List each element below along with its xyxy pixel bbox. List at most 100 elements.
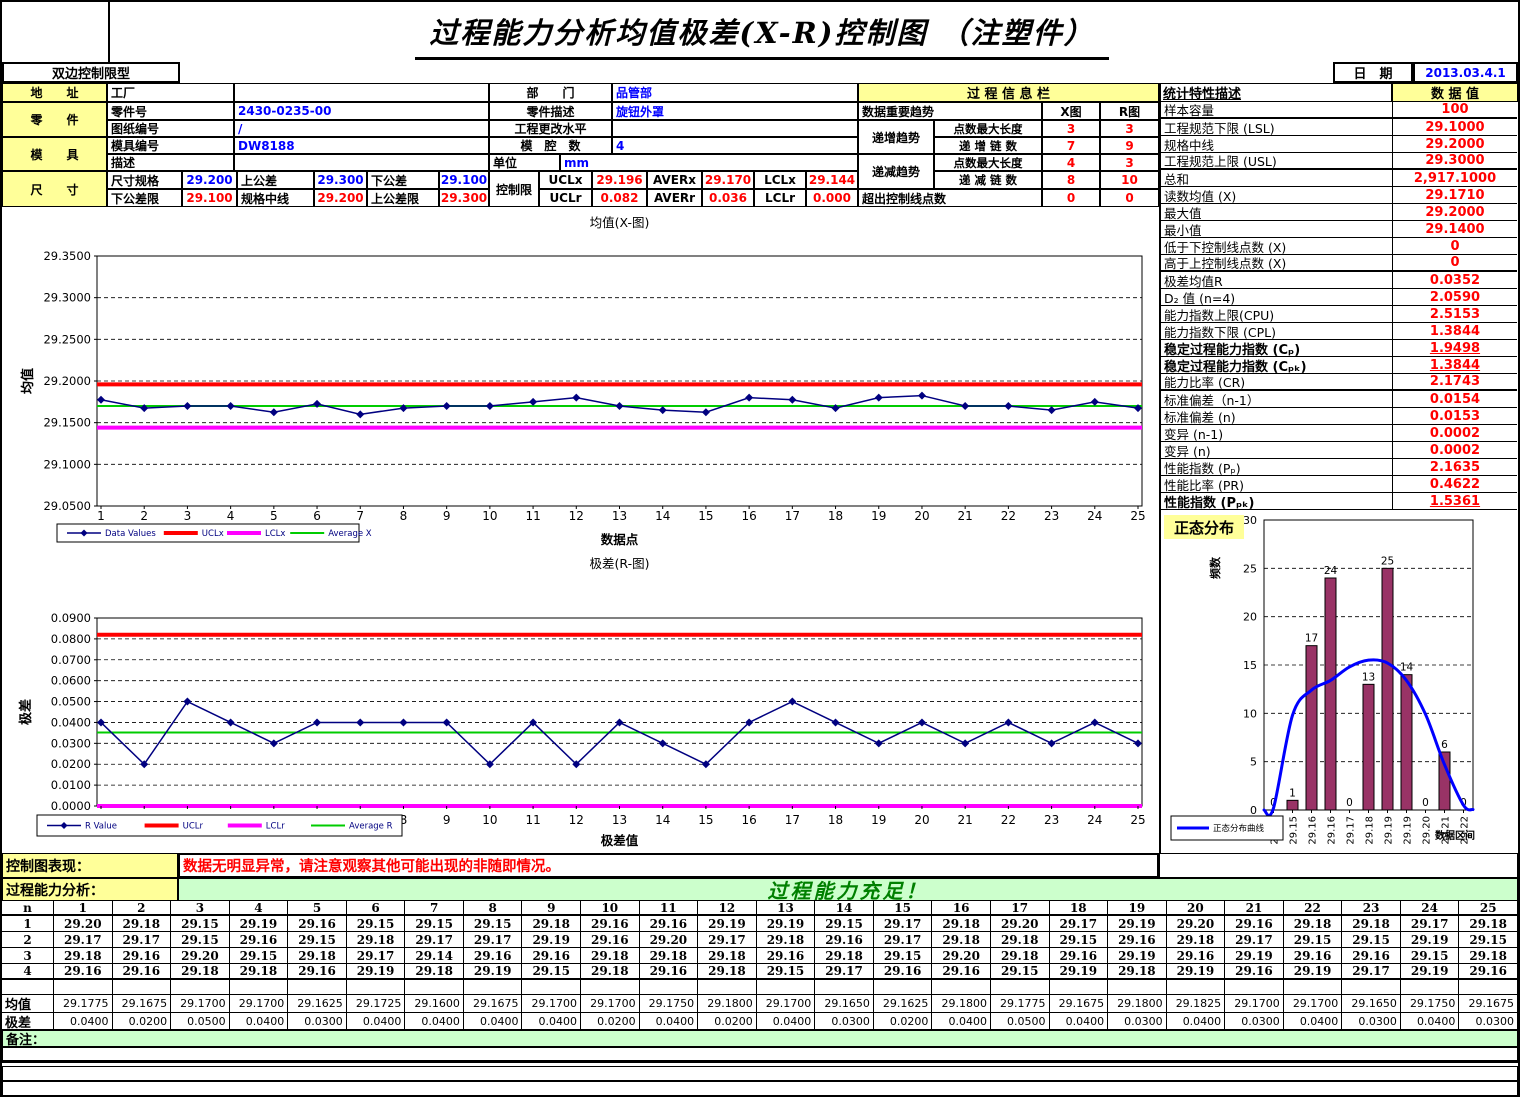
dept-value[interactable]: 品管部 (612, 83, 858, 102)
cell[interactable]: 0.0200 (874, 1013, 933, 1031)
stat-value[interactable]: 29.1710 (1392, 187, 1517, 203)
cell[interactable]: 29.16 (54, 964, 113, 980)
cell[interactable]: 29.18 (171, 964, 230, 980)
stat-value[interactable]: 1.5361 (1392, 493, 1517, 509)
cell[interactable]: 29.19 (1225, 948, 1284, 964)
cell[interactable]: 29.20 (640, 932, 699, 948)
cell[interactable] (288, 980, 347, 995)
cell[interactable] (874, 980, 933, 995)
cell[interactable]: 0.0400 (522, 1013, 581, 1031)
stat-value[interactable]: 2,917.1000 (1392, 170, 1517, 186)
inc-chain-x[interactable]: 7 (1042, 137, 1100, 154)
cell[interactable]: 29.15 (1342, 932, 1401, 948)
lclx-value[interactable]: 29.144 (806, 171, 858, 189)
cell[interactable]: 29.17 (698, 932, 757, 948)
cell[interactable]: 29.16 (640, 916, 699, 932)
drawing-no-value[interactable]: / (234, 120, 489, 137)
cell[interactable]: 29.18 (405, 964, 464, 980)
cell[interactable]: 29.17 (1050, 916, 1109, 932)
stat-value[interactable]: 2.1635 (1392, 459, 1517, 475)
cell[interactable]: 29.18 (640, 948, 699, 964)
cell[interactable]: 29.18 (932, 932, 991, 948)
spec-value[interactable]: 29.200 (182, 171, 237, 189)
cell[interactable]: 29.16 (1167, 948, 1226, 964)
cell[interactable]: 29.16 (230, 932, 289, 948)
cell[interactable]: 29.19 (698, 916, 757, 932)
eng-change-value[interactable] (612, 120, 858, 137)
cell[interactable]: 0.0200 (581, 1013, 640, 1031)
cell[interactable]: 0.0500 (171, 1013, 230, 1031)
cell[interactable]: 0.0400 (230, 1013, 289, 1031)
cell[interactable]: 29.17 (874, 932, 933, 948)
cell[interactable]: 29.18 (1108, 964, 1167, 980)
cell[interactable]: 29.17 (54, 932, 113, 948)
cell[interactable]: 0.0400 (464, 1013, 523, 1031)
cell[interactable] (1167, 980, 1226, 995)
cell[interactable]: 29.16 (1342, 948, 1401, 964)
dec-max-x[interactable]: 4 (1042, 154, 1100, 171)
cell[interactable]: 29.18 (932, 916, 991, 932)
cell[interactable]: 0.0400 (932, 1013, 991, 1031)
cell[interactable]: 29.16 (640, 964, 699, 980)
cell[interactable]: 29.1675 (464, 995, 523, 1013)
cell[interactable] (347, 980, 406, 995)
cell[interactable] (757, 980, 816, 995)
cell[interactable]: 29.15 (991, 964, 1050, 980)
cell[interactable]: 29.18 (581, 948, 640, 964)
cell[interactable]: 29.18 (581, 964, 640, 980)
cell[interactable]: 29.18 (1284, 916, 1343, 932)
cell[interactable] (991, 980, 1050, 995)
stat-value[interactable]: 0.0002 (1392, 442, 1517, 458)
cell[interactable] (1459, 980, 1518, 995)
cell[interactable]: 29.18 (288, 948, 347, 964)
cell[interactable] (522, 980, 581, 995)
cell[interactable]: 29.1700 (522, 995, 581, 1013)
cell[interactable]: 29.16 (1284, 948, 1343, 964)
cell[interactable] (1108, 980, 1167, 995)
stat-value[interactable]: 0.4622 (1392, 476, 1517, 492)
cell[interactable] (54, 980, 113, 995)
cell[interactable]: 29.16 (757, 948, 816, 964)
cell[interactable]: 29.18 (698, 964, 757, 980)
stat-value[interactable]: 29.1400 (1392, 221, 1517, 237)
cell[interactable] (171, 980, 230, 995)
cell[interactable]: 29.15 (1401, 948, 1460, 964)
cell[interactable]: 29.20 (54, 916, 113, 932)
cell[interactable]: 29.16 (113, 948, 172, 964)
cell[interactable]: 29.18 (815, 948, 874, 964)
cell[interactable]: 0.0400 (1284, 1013, 1343, 1031)
footer-row-1[interactable] (2, 1066, 1518, 1081)
cell[interactable]: 29.19 (1108, 948, 1167, 964)
cell[interactable]: 29.1775 (991, 995, 1050, 1013)
cell[interactable] (1284, 980, 1343, 995)
stat-value[interactable]: 1.9498 (1392, 340, 1517, 356)
cell[interactable] (1401, 980, 1460, 995)
uclx-value[interactable]: 29.196 (592, 171, 647, 189)
cell[interactable]: 29.1650 (1342, 995, 1401, 1013)
cell[interactable]: 0.0300 (1108, 1013, 1167, 1031)
stat-value[interactable]: 29.2000 (1392, 204, 1517, 220)
cell[interactable]: 29.18 (757, 932, 816, 948)
cell[interactable]: 29.1825 (1167, 995, 1226, 1013)
cell[interactable]: 29.1800 (698, 995, 757, 1013)
averx-value[interactable]: 29.170 (702, 171, 754, 189)
cell[interactable]: 29.20 (991, 916, 1050, 932)
averr-value[interactable]: 0.036 (702, 189, 754, 207)
cell[interactable]: 29.19 (464, 964, 523, 980)
remark-input-row[interactable] (2, 1047, 1518, 1063)
inc-max-r[interactable]: 3 (1100, 120, 1159, 137)
stat-value[interactable]: 0.0154 (1392, 391, 1517, 407)
cell[interactable] (581, 980, 640, 995)
cell[interactable]: 0.0400 (347, 1013, 406, 1031)
cell[interactable]: 29.1625 (874, 995, 933, 1013)
cell[interactable]: 29.1675 (1050, 995, 1109, 1013)
cell[interactable]: 29.19 (1167, 964, 1226, 980)
cell[interactable]: 0.0400 (1050, 1013, 1109, 1031)
cell[interactable]: 0.0200 (698, 1013, 757, 1031)
part-no-value[interactable]: 2430-0235-00 (234, 102, 489, 120)
cell[interactable] (464, 980, 523, 995)
cell[interactable]: 29.18 (230, 964, 289, 980)
cell[interactable]: 29.15 (405, 916, 464, 932)
cell[interactable]: 0.0400 (757, 1013, 816, 1031)
cell[interactable]: 29.15 (1459, 932, 1518, 948)
